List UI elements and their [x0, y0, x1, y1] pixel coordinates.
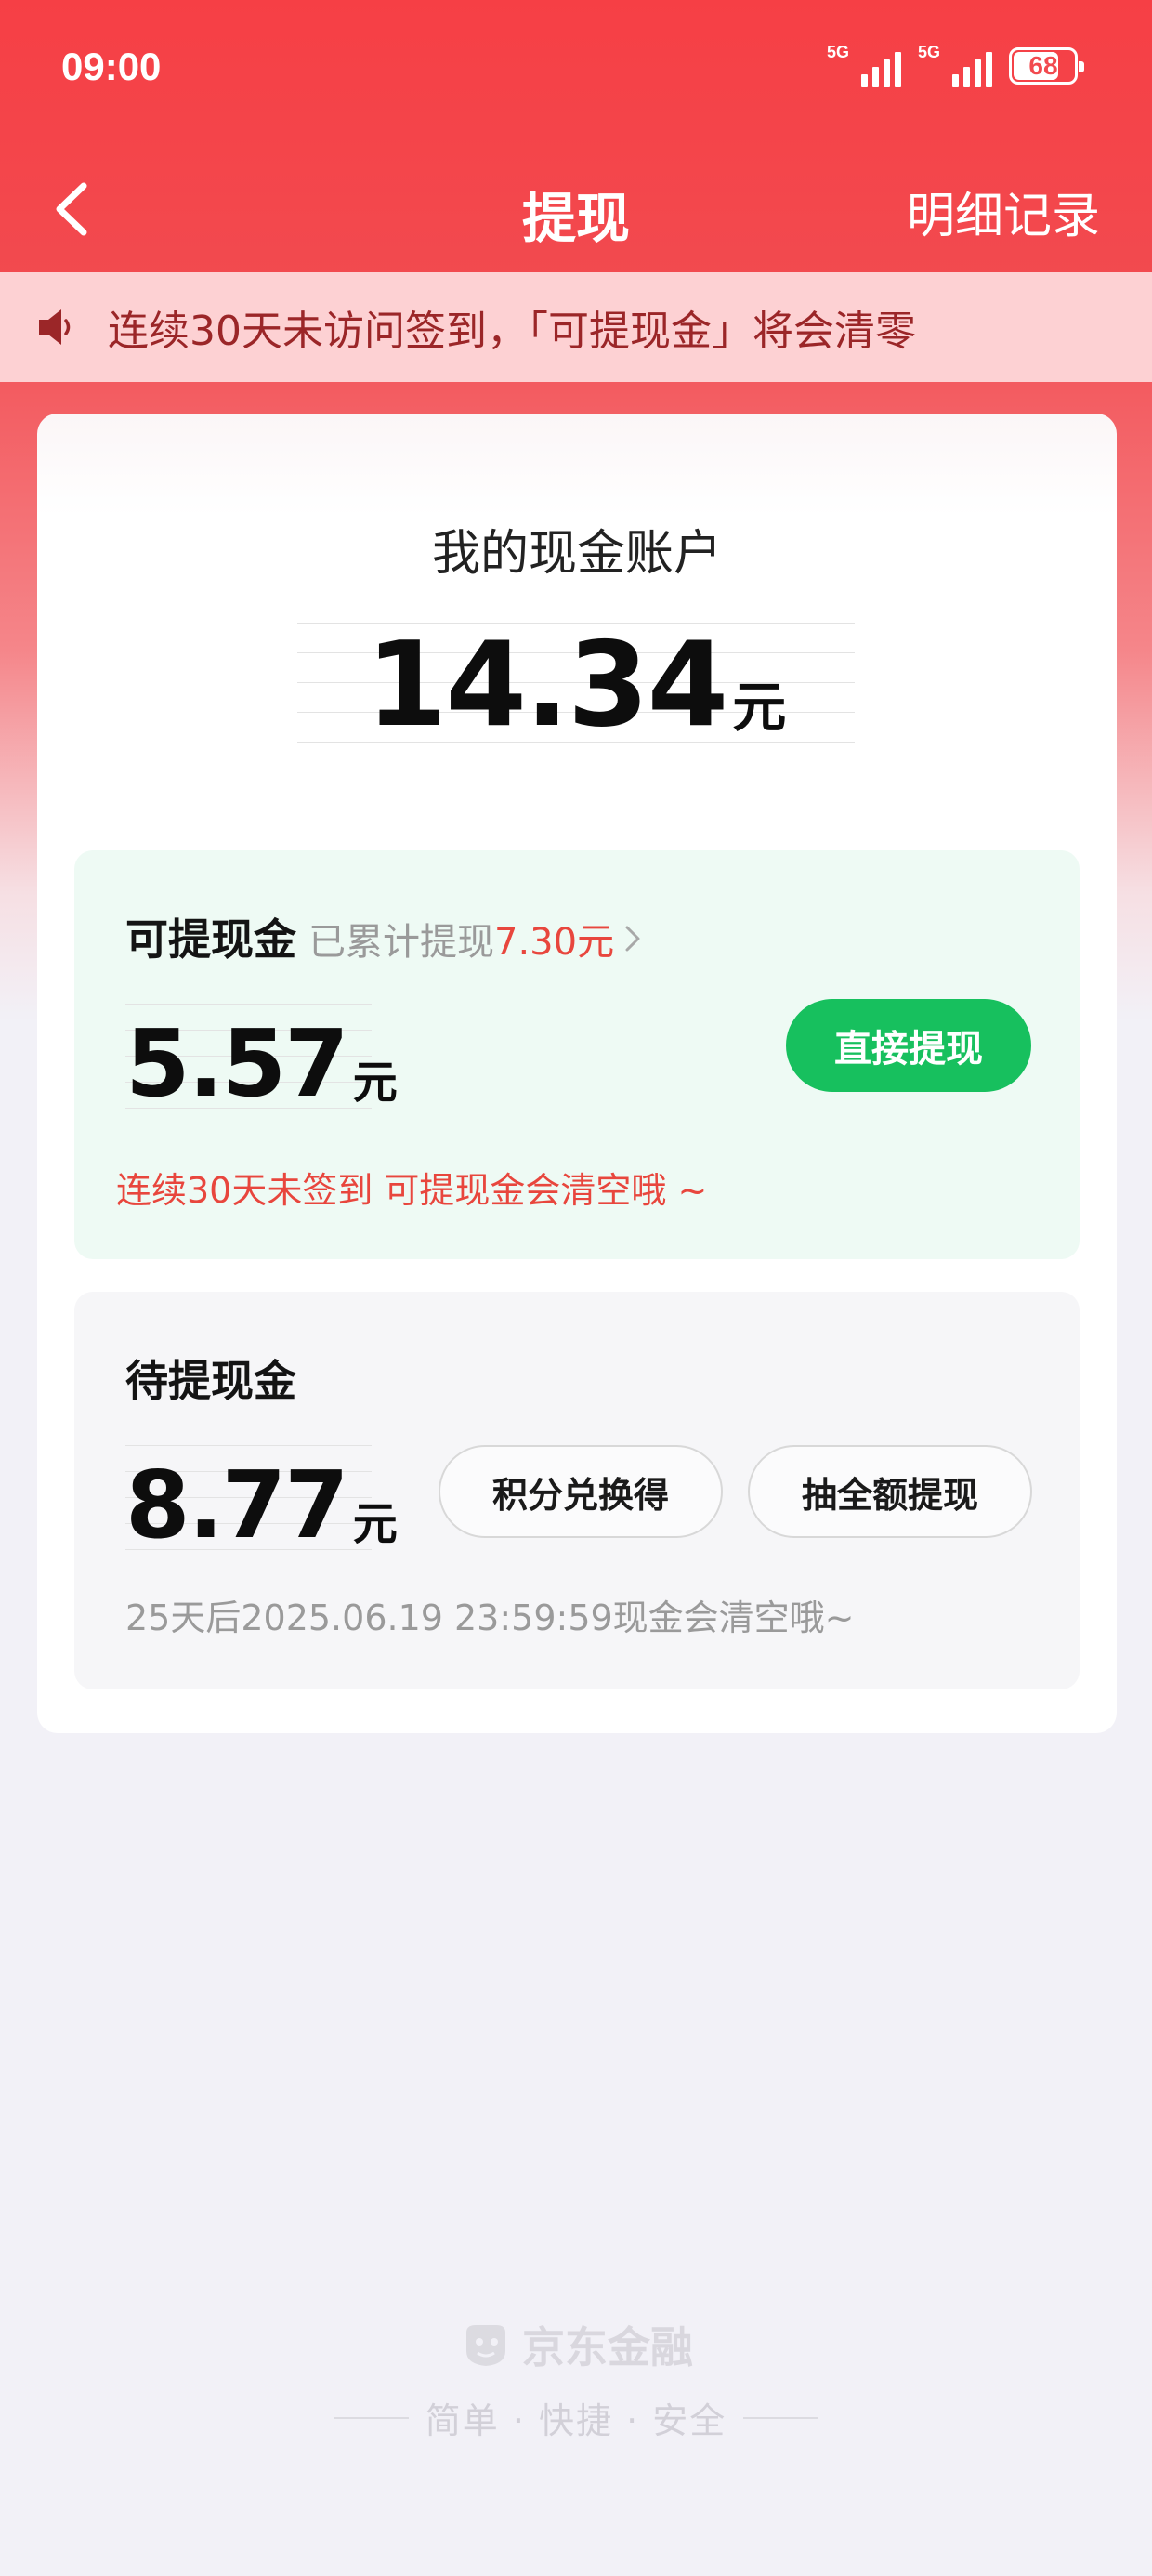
brand-name: 京东金融: [522, 2322, 693, 2372]
cash-account-card: 我的现金账户 14.34 元 可提现金 已累计提现 7.30元 5.57 元 直…: [37, 414, 1117, 1733]
speaker-icon: [39, 309, 71, 345]
account-amount-unit: 元: [732, 676, 787, 739]
signal-icon: 5G: [918, 43, 992, 87]
cumulative-label: 已累计提现: [308, 921, 494, 964]
pending-amount: 8.77 元: [125, 1445, 398, 1559]
pending-amount-unit: 元: [352, 1498, 398, 1550]
withdrawable-panel: 可提现金 已累计提现 7.30元 5.57 元 直接提现 连续30天未签到 可提…: [74, 850, 1080, 1259]
cumulative-withdrawn-link[interactable]: 已累计提现 7.30元: [308, 912, 642, 966]
system-icons: 5G 5G 68: [827, 43, 1084, 87]
slogan: 简单 · 快捷 · 安全: [425, 2400, 727, 2441]
footer: 京东金融 简单 · 快捷 · 安全: [0, 2314, 1152, 2443]
pending-amount-value: 8.77: [125, 1451, 349, 1559]
jd-finance-logo-icon: [466, 2325, 505, 2366]
withdraw-now-button[interactable]: 直接提现: [786, 999, 1031, 1092]
withdrawable-warning: 连续30天未签到 可提现金会清空哦 ~: [116, 1170, 708, 1211]
account-amount-value: 14.34: [365, 616, 729, 753]
status-time: 09:00: [61, 45, 162, 88]
signal-label: 5G: [827, 43, 850, 61]
notice-text: 连续30天未访问签到，「可提现金」将会清零: [108, 308, 916, 355]
slogan-row: 简单 · 快捷 · 安全: [0, 2392, 1152, 2443]
draw-full-withdraw-button[interactable]: 抽全额提现: [748, 1445, 1032, 1538]
cumulative-amount: 7.30元: [494, 921, 615, 964]
signal-icon: 5G: [827, 43, 901, 87]
chevron-right-icon: [625, 926, 640, 952]
withdrawable-amount-unit: 元: [352, 1057, 398, 1109]
withdrawable-title: 可提现金: [125, 914, 296, 965]
pending-expire-text: 25天后2025.06.19 23:59:59现金会清空哦~: [125, 1597, 855, 1638]
detail-records-link[interactable]: 明细记录: [907, 177, 1100, 246]
withdrawable-amount-value: 5.57: [125, 1009, 349, 1118]
points-exchange-button[interactable]: 积分兑换得: [439, 1445, 723, 1538]
withdrawable-amount: 5.57 元: [125, 1004, 398, 1118]
battery-level: 68: [1028, 51, 1058, 80]
account-title: 我的现金账户: [431, 526, 722, 582]
signal-label: 5G: [918, 43, 941, 61]
battery-icon: 68: [1009, 47, 1084, 85]
notice-banner: 连续30天未访问签到，「可提现金」将会清零: [0, 272, 1152, 382]
brand: 京东金融: [0, 2314, 1152, 2375]
pending-title: 待提现金: [125, 1356, 296, 1406]
pending-panel: 待提现金 8.77 元 积分兑换得 抽全额提现 25天后2025.06.19 2…: [74, 1292, 1080, 1689]
nav-bar: 提现 明细记录: [0, 149, 1152, 269]
status-bar: 09:00 5G 5G 68: [0, 0, 1152, 139]
account-amount: 14.34 元: [297, 623, 855, 743]
